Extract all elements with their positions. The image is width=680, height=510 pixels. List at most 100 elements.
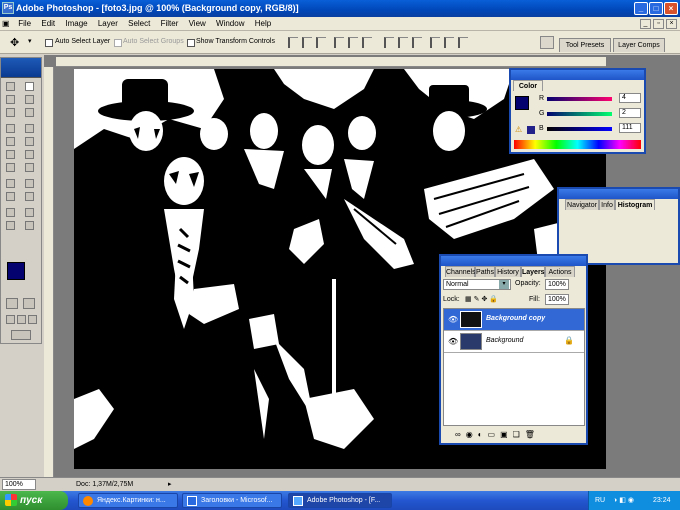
fill-input[interactable]: 100% (545, 294, 569, 305)
brush-tool-icon[interactable] (25, 124, 34, 133)
doc-minimize-icon[interactable]: _ (640, 19, 651, 29)
g-value[interactable]: 2 (619, 108, 641, 118)
menu-image[interactable]: Image (61, 17, 91, 31)
menu-help[interactable]: Help (251, 17, 275, 31)
status-arrow-icon[interactable]: ▸ (168, 478, 172, 492)
zoom-tool-icon[interactable] (25, 221, 34, 230)
chevron-down-icon[interactable]: ▾ (499, 280, 509, 289)
doc-close-icon[interactable]: × (666, 19, 677, 29)
close-button[interactable]: × (664, 2, 678, 15)
task-yandex[interactable]: Яндекс.Картинки: н... (78, 493, 178, 508)
move-tool-icon-box[interactable] (25, 82, 34, 91)
marquee-tool-icon[interactable] (6, 82, 15, 91)
tab-actions[interactable]: Actions (545, 266, 575, 277)
auto-select-layer-checkbox[interactable] (45, 39, 53, 47)
tab-channels[interactable]: Channels (445, 266, 476, 277)
clone-stamp-icon[interactable] (6, 137, 15, 146)
start-button[interactable]: пуск (0, 491, 68, 510)
color-panel-tab[interactable]: Color (513, 80, 543, 91)
color-foreground-swatch[interactable] (515, 96, 529, 110)
tool-presets-tab[interactable]: Tool Presets (559, 38, 611, 52)
history-brush-icon[interactable] (25, 137, 34, 146)
distribute-top-icon[interactable] (384, 37, 394, 48)
distribute-vcenter-icon[interactable] (398, 37, 408, 48)
toolbox-header-icon[interactable] (1, 58, 41, 78)
menu-filter[interactable]: Filter (157, 17, 183, 31)
layer-name[interactable]: Background (486, 337, 523, 344)
color-spectrum-ramp[interactable] (514, 140, 641, 149)
align-left-icon[interactable] (334, 37, 344, 48)
language-indicator[interactable]: RU (595, 491, 605, 510)
crop-tool-icon[interactable] (6, 108, 15, 117)
screen-mode-full-menu-icon[interactable] (17, 315, 26, 324)
foreground-color-swatch[interactable] (7, 262, 25, 280)
layer-actions-bar[interactable]: ∞◉◐▭▣❑🗑 (455, 430, 575, 439)
imageready-jump-icon[interactable] (11, 330, 31, 340)
align-hcenter-icon[interactable] (348, 37, 358, 48)
menu-window[interactable]: Window (212, 17, 248, 31)
move-tool-icon[interactable]: ✥ (10, 36, 19, 49)
minimize-button[interactable]: _ (634, 2, 648, 15)
document-icon[interactable]: ▣ (0, 17, 12, 31)
layer-comps-tab[interactable]: Layer Comps (613, 38, 665, 52)
file-browser-icon[interactable] (540, 36, 554, 49)
zoom-level[interactable]: 100% (2, 479, 36, 490)
task-word[interactable]: Заголовки - Microsof... (182, 493, 282, 508)
menu-select[interactable]: Select (124, 17, 154, 31)
menu-layer[interactable]: Layer (94, 17, 122, 31)
distribute-left-icon[interactable] (430, 37, 440, 48)
pen-tool-icon[interactable] (6, 192, 15, 201)
layer-row-background[interactable]: 👁 Background 🔒 (444, 331, 584, 353)
align-right-icon[interactable] (362, 37, 372, 48)
eye-icon[interactable]: 👁 (448, 315, 458, 324)
distribute-hcenter-icon[interactable] (444, 37, 454, 48)
tab-paths[interactable]: Paths (475, 266, 495, 277)
magic-wand-tool-icon[interactable] (25, 95, 34, 104)
tab-navigator[interactable]: Navigator (565, 199, 599, 210)
menu-edit[interactable]: Edit (37, 17, 59, 31)
menu-view[interactable]: View (185, 17, 210, 31)
align-top-icon[interactable] (288, 37, 298, 48)
standard-mode-icon[interactable] (6, 298, 18, 309)
screen-mode-full-icon[interactable] (28, 315, 37, 324)
distribute-right-icon[interactable] (458, 37, 468, 48)
layer-name[interactable]: Background copy (486, 315, 545, 322)
eraser-tool-icon[interactable] (6, 150, 15, 159)
type-tool-icon[interactable] (25, 179, 34, 188)
r-slider[interactable] (547, 97, 612, 101)
lock-icons[interactable]: ▦✎✥🔒 (465, 295, 500, 303)
gradient-tool-icon[interactable] (25, 150, 34, 159)
menu-file[interactable]: File (14, 17, 35, 31)
layer-row-background-copy[interactable]: 👁 Background copy (444, 309, 584, 331)
quick-mask-mode-icon[interactable] (23, 298, 35, 309)
tab-histogram[interactable]: Histogram (615, 199, 655, 210)
hand-tool-icon[interactable] (6, 221, 15, 230)
b-value[interactable]: 111 (619, 123, 641, 133)
gamut-color-swatch[interactable] (527, 126, 535, 134)
tool-preset-dropdown[interactable]: ▾ (28, 37, 32, 45)
task-photoshop[interactable]: Adobe Photoshop - [F... (288, 493, 392, 508)
g-slider[interactable] (547, 112, 612, 116)
eye-icon[interactable]: 👁 (448, 337, 458, 346)
align-vcenter-icon[interactable] (302, 37, 312, 48)
doc-restore-icon[interactable]: ▫ (653, 19, 664, 29)
lasso-tool-icon[interactable] (6, 95, 15, 104)
blur-tool-icon[interactable] (6, 163, 15, 172)
opacity-input[interactable]: 100% (545, 279, 569, 290)
b-slider[interactable] (547, 127, 612, 131)
healing-brush-icon[interactable] (6, 124, 15, 133)
align-bottom-icon[interactable] (316, 37, 326, 48)
auto-select-groups-checkbox[interactable] (114, 39, 122, 47)
tab-info[interactable]: Info (599, 199, 615, 210)
gamut-warning-icon[interactable]: ⚠ (515, 125, 522, 134)
tab-layers[interactable]: Layers (521, 266, 545, 277)
distribute-bottom-icon[interactable] (412, 37, 422, 48)
slice-tool-icon[interactable] (25, 108, 34, 117)
dodge-tool-icon[interactable] (25, 163, 34, 172)
screen-mode-standard-icon[interactable] (6, 315, 15, 324)
tab-history[interactable]: History (495, 266, 521, 277)
path-select-icon[interactable] (6, 179, 15, 188)
notes-tool-icon[interactable] (6, 208, 15, 217)
tray-icons[interactable]: ◑◧◉ (613, 491, 636, 510)
r-value[interactable]: 4 (619, 93, 641, 103)
